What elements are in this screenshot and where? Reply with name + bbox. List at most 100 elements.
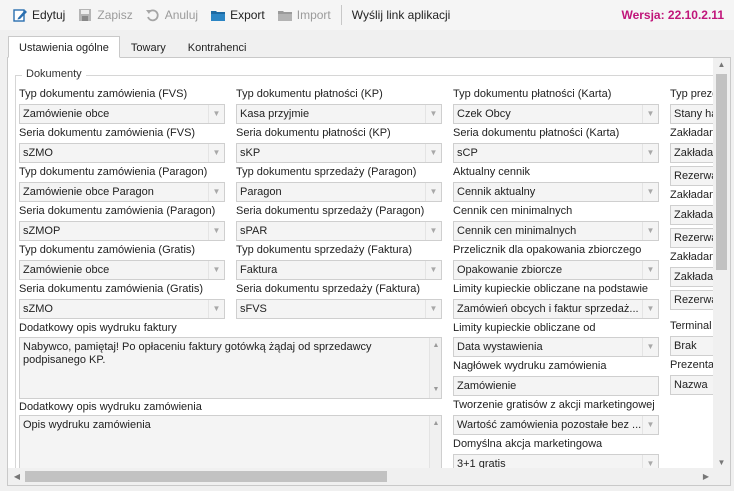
field-label: Aktualny cennik — [453, 166, 531, 178]
tab-general-settings[interactable]: Ustawienia ogólne — [8, 36, 120, 58]
field-label: Domyślna akcja marketingowa — [453, 438, 603, 450]
group-title: Dokumenty — [22, 68, 86, 80]
payment-type-card-select[interactable]: Czek Obcy ▼ — [453, 104, 659, 124]
select-value: sCP — [457, 147, 478, 159]
gratis-creation-select[interactable]: Wartość zamówienia pozostałe bez ... ▼ — [453, 415, 659, 435]
scroll-up-icon[interactable]: ▲ — [430, 418, 441, 430]
field-label: Typ dokumentu zamówienia (Gratis) — [19, 244, 196, 256]
select-value: Cennik aktualny — [457, 186, 536, 198]
vertical-scrollbar[interactable]: ▲ ▼ — [713, 58, 730, 470]
select-value: Wartość zamówienia pozostałe bez ... — [457, 419, 642, 431]
scroll-right-icon[interactable]: ▶ — [699, 468, 713, 485]
field-label: Seria dokumentu zamówienia (Paragon) — [19, 205, 216, 217]
field-label: Zakładan — [670, 127, 716, 139]
field-label: Cennik cen minimalnych — [453, 205, 573, 217]
merchant-limits-basis-select[interactable]: Zamówień obcych i faktur sprzedaż... ▼ — [453, 299, 659, 319]
dropdown-arrow-icon[interactable]: ▼ — [208, 261, 224, 279]
dropdown-arrow-icon[interactable]: ▼ — [642, 261, 658, 279]
cancel-button[interactable]: Anuluj — [141, 4, 202, 26]
export-button[interactable]: Export — [206, 4, 269, 26]
field-label: Typ dokumentu płatności (Karta) — [453, 88, 612, 100]
sale-type-invoice-select[interactable]: Faktura ▼ — [236, 260, 442, 280]
dropdown-arrow-icon[interactable]: ▼ — [642, 183, 658, 201]
dropdown-arrow-icon[interactable]: ▼ — [208, 183, 224, 201]
payment-type-kp-select[interactable]: Kasa przyjmie ▼ — [236, 104, 442, 124]
send-link-button[interactable]: Wyślij link aplikacji — [348, 4, 455, 26]
sale-series-receipt-select[interactable]: sPAR ▼ — [236, 221, 442, 241]
dropdown-arrow-icon[interactable]: ▼ — [425, 300, 441, 318]
select-value: Opakowanie zbiorcze — [457, 264, 563, 276]
textarea-scrollbar[interactable]: ▲ — [429, 416, 441, 474]
field-label: Nagłówek wydruku zamówienia — [453, 360, 607, 372]
textarea-value: Opis wydruku zamówienia — [23, 419, 151, 431]
undo-icon — [145, 7, 161, 23]
select-value: Kasa przyjmie — [240, 108, 310, 120]
horizontal-scroll-thumb[interactable] — [25, 471, 387, 482]
settings-panel: Dokumenty Typ dokumentu zamówienia (FVS)… — [7, 57, 731, 486]
scroll-up-icon[interactable]: ▲ — [430, 340, 441, 352]
dropdown-arrow-icon[interactable]: ▼ — [208, 300, 224, 318]
invoice-note-textarea[interactable]: Nabywco, pamiętaj! Po opłaceniu faktury … — [19, 337, 442, 399]
dropdown-arrow-icon[interactable]: ▼ — [642, 338, 658, 356]
scroll-up-icon[interactable]: ▲ — [713, 58, 730, 72]
field-label: Zakładan — [670, 189, 716, 201]
field-label: Typ dokumentu płatności (KP) — [236, 88, 383, 100]
tab-contractors[interactable]: Kontrahenci — [177, 36, 258, 58]
dropdown-arrow-icon[interactable]: ▼ — [425, 261, 441, 279]
edit-label: Edytuj — [32, 8, 66, 22]
dropdown-arrow-icon[interactable]: ▼ — [425, 222, 441, 240]
order-type-fvs-select[interactable]: Zamówienie obce ▼ — [19, 104, 225, 124]
dropdown-arrow-icon[interactable]: ▼ — [208, 105, 224, 123]
field-label: Seria dokumentu płatności (KP) — [236, 127, 391, 139]
sale-series-invoice-select[interactable]: sFVS ▼ — [236, 299, 442, 319]
field-label: Seria dokumentu sprzedaży (Faktura) — [236, 283, 421, 295]
select-value: Zamówień obcych i faktur sprzedaż... — [457, 303, 639, 315]
dropdown-arrow-icon[interactable]: ▼ — [642, 416, 658, 434]
select-value: Zamówienie obce Paragon — [23, 186, 154, 198]
order-type-gratis-select[interactable]: Zamówienie obce ▼ — [19, 260, 225, 280]
save-icon — [77, 7, 93, 23]
payment-series-card-select[interactable]: sCP ▼ — [453, 143, 659, 163]
dropdown-arrow-icon[interactable]: ▼ — [208, 144, 224, 162]
merchant-limits-from-select[interactable]: Data wystawienia ▼ — [453, 337, 659, 357]
dropdown-arrow-icon[interactable]: ▼ — [642, 105, 658, 123]
horizontal-scrollbar[interactable]: ◀ ▶ — [8, 468, 715, 485]
export-label: Export — [230, 8, 265, 22]
select-value: sPAR — [240, 225, 268, 237]
payment-series-kp-select[interactable]: sKP ▼ — [236, 143, 442, 163]
dropdown-arrow-icon[interactable]: ▼ — [642, 300, 658, 318]
dropdown-arrow-icon[interactable]: ▼ — [425, 105, 441, 123]
field-label: Typ dokumentu sprzedaży (Faktura) — [236, 244, 413, 256]
order-series-gratis-select[interactable]: sZMO ▼ — [19, 299, 225, 319]
tab-products[interactable]: Towary — [120, 36, 177, 58]
folder-icon — [210, 7, 226, 23]
dropdown-arrow-icon[interactable]: ▼ — [642, 222, 658, 240]
order-series-fvs-select[interactable]: sZMO ▼ — [19, 143, 225, 163]
field-label: Dodatkowy opis wydruku zamówienia — [19, 401, 202, 413]
order-type-receipt-select[interactable]: Zamówienie obce Paragon ▼ — [19, 182, 225, 202]
select-value: sZMO — [23, 147, 53, 159]
tab-bar: Ustawienia ogólne Towary Kontrahenci — [8, 36, 257, 58]
sale-type-receipt-select[interactable]: Paragon ▼ — [236, 182, 442, 202]
dropdown-arrow-icon[interactable]: ▼ — [425, 183, 441, 201]
min-pricelist-select[interactable]: Cennik cen minimalnych ▼ — [453, 221, 659, 241]
textarea-scrollbar[interactable]: ▲ ▼ — [429, 338, 441, 398]
dropdown-arrow-icon[interactable]: ▼ — [425, 144, 441, 162]
scroll-left-icon[interactable]: ◀ — [10, 468, 24, 485]
edit-icon — [12, 7, 28, 23]
field-label: Seria dokumentu zamówienia (Gratis) — [19, 283, 204, 295]
dropdown-arrow-icon[interactable]: ▼ — [208, 222, 224, 240]
bulk-package-converter-select[interactable]: Opakowanie zbiorcze ▼ — [453, 260, 659, 280]
dropdown-arrow-icon[interactable]: ▼ — [642, 144, 658, 162]
scroll-down-icon[interactable]: ▼ — [430, 384, 441, 396]
save-button[interactable]: Zapisz — [73, 4, 136, 26]
vertical-scroll-thumb[interactable] — [716, 74, 727, 270]
import-button[interactable]: Import — [273, 4, 335, 26]
edit-button[interactable]: Edytuj — [8, 4, 69, 26]
current-pricelist-select[interactable]: Cennik aktualny ▼ — [453, 182, 659, 202]
field-label: Seria dokumentu zamówienia (FVS) — [19, 127, 196, 139]
field-label: Dodatkowy opis wydruku faktury — [19, 322, 177, 334]
order-series-receipt-select[interactable]: sZMOP ▼ — [19, 221, 225, 241]
order-print-header-input[interactable]: Zamówienie — [453, 376, 659, 396]
order-note-textarea[interactable]: Opis wydruku zamówienia ▲ — [19, 415, 442, 475]
